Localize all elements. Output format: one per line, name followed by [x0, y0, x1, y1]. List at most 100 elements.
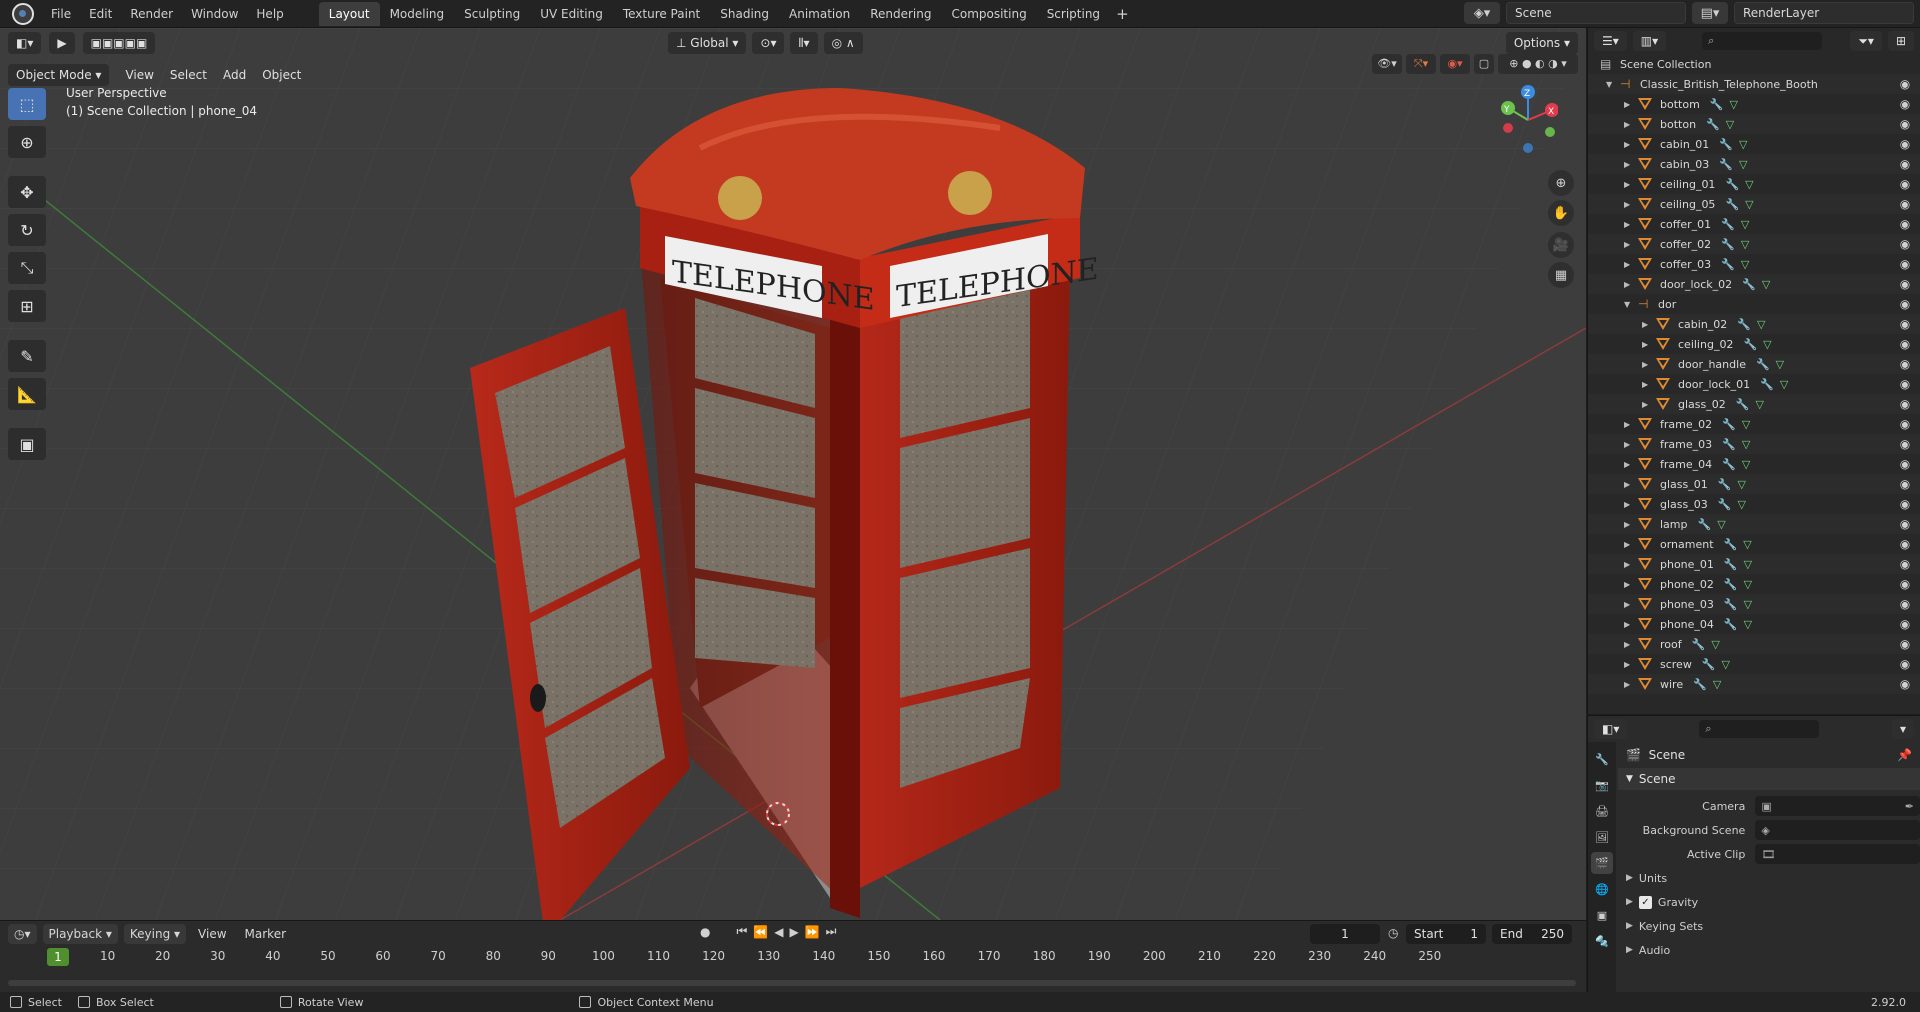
tab-shading[interactable]: Shading	[710, 2, 779, 26]
visibility-eye-icon[interactable]: ◉	[1898, 317, 1912, 331]
visibility-eye-icon[interactable]: ◉	[1898, 97, 1912, 111]
active-clip-field[interactable]: 🎞	[1755, 844, 1920, 864]
eyedropper-icon[interactable]: ✒	[1905, 800, 1914, 813]
modifier-wrench-icon[interactable]: 🔧	[1710, 98, 1724, 111]
expand-arrow-icon[interactable]: ▶	[1624, 480, 1634, 489]
shading-mode-icon[interactable]: ⊕ ● ◐ ◑ ▾	[1498, 54, 1578, 74]
scene-tab-icon[interactable]: 🎬	[1591, 852, 1613, 874]
outliner-item-screw[interactable]: ▶ screw 🔧 ▽ ◉	[1588, 654, 1920, 674]
new-collection-icon[interactable]: ⊞	[1887, 31, 1914, 51]
camera-view-icon[interactable]: 🎥	[1548, 232, 1574, 258]
mesh-data-icon[interactable]: ▽	[1744, 598, 1752, 611]
select-mode-icon[interactable]: ▶	[49, 32, 75, 54]
modifier-wrench-icon[interactable]: 🔧	[1724, 558, 1738, 571]
add-workspace-icon[interactable]: +	[1110, 2, 1135, 26]
record-icon[interactable]: ●	[700, 925, 710, 939]
timeline-view-menu[interactable]: View	[192, 927, 232, 941]
expand-arrow-icon[interactable]: ▶	[1624, 520, 1634, 529]
mesh-data-icon[interactable]: ▽	[1776, 358, 1784, 371]
outliner-item-wire[interactable]: ▶ wire 🔧 ▽ ◉	[1588, 674, 1920, 694]
audio-panel[interactable]: ▶ Audio	[1618, 938, 1920, 962]
visibility-eye-icon[interactable]: ◉	[1898, 397, 1912, 411]
tab-uv-editing[interactable]: UV Editing	[530, 2, 613, 26]
modifier-wrench-icon[interactable]: 🔧	[1724, 618, 1738, 631]
outliner-item-ceiling_02[interactable]: ▶ ceiling_02 🔧 ▽ ◉	[1588, 334, 1920, 354]
tab-texture-paint[interactable]: Texture Paint	[613, 2, 710, 26]
properties-search-input[interactable]: ⌕	[1699, 720, 1820, 738]
expand-arrow-icon[interactable]: ▶	[1642, 340, 1652, 349]
mesh-data-icon[interactable]: ▽	[1713, 678, 1721, 691]
modifier-wrench-icon[interactable]: 🔧	[1706, 118, 1720, 131]
output-tab-icon[interactable]: 🖨	[1591, 800, 1613, 822]
outliner-item-bottom[interactable]: ▶ bottom 🔧 ▽ ◉	[1588, 94, 1920, 114]
menu-help[interactable]: Help	[247, 0, 292, 28]
outliner-item-ornament[interactable]: ▶ ornament 🔧 ▽ ◉	[1588, 534, 1920, 554]
visibility-eye-icon[interactable]: ◉	[1898, 457, 1912, 471]
expand-arrow-icon[interactable]: ▶	[1624, 460, 1634, 469]
modifier-wrench-icon[interactable]: 🔧	[1736, 398, 1750, 411]
pin-icon[interactable]: 📌	[1897, 748, 1912, 762]
expand-arrow-icon[interactable]: ▶	[1624, 260, 1634, 269]
proportional-edit-icon[interactable]: ◎ ∧	[823, 32, 863, 54]
outliner-search-input[interactable]: ⌕	[1702, 32, 1823, 50]
scene-panel-header[interactable]: ▼ Scene	[1618, 768, 1920, 790]
modifier-wrench-icon[interactable]: 🔧	[1718, 478, 1732, 491]
visibility-eye-icon[interactable]: ◉	[1898, 237, 1912, 251]
end-frame-field[interactable]: End 250	[1492, 924, 1572, 944]
visibility-eye-icon[interactable]: ◉	[1898, 677, 1912, 691]
scene-browse-icon[interactable]: ◈▾	[1464, 2, 1500, 24]
modifier-wrench-icon[interactable]: 🔧	[1737, 318, 1751, 331]
jump-keyframe-back-icon[interactable]: ⏪	[753, 925, 768, 939]
tab-compositing[interactable]: Compositing	[941, 2, 1036, 26]
background-scene-field[interactable]: ◈	[1755, 820, 1920, 840]
visibility-eye-icon[interactable]: ◉	[1898, 557, 1912, 571]
modifier-wrench-icon[interactable]: 🔧	[1722, 438, 1736, 451]
pivot-point-icon[interactable]: ⊙▾	[752, 32, 785, 54]
modifier-wrench-icon[interactable]: 🔧	[1698, 518, 1712, 531]
modifier-wrench-icon[interactable]: 🔧	[1719, 138, 1733, 151]
expand-arrow-icon[interactable]: ▶	[1624, 160, 1634, 169]
modifier-tab-icon[interactable]: 🔩	[1591, 930, 1613, 952]
visibility-eye-icon[interactable]: ◉	[1898, 277, 1912, 291]
editor-type-icon[interactable]: ◧▾	[8, 32, 42, 54]
expand-arrow-icon[interactable]: ▶	[1624, 200, 1634, 209]
visibility-eye-icon[interactable]: ◉	[1898, 657, 1912, 671]
modifier-wrench-icon[interactable]: 🔧	[1724, 538, 1738, 551]
visibility-eye-icon[interactable]: ◉	[1898, 617, 1912, 631]
gizmo-toggle-icon[interactable]: ⤧▾	[1406, 54, 1436, 74]
expand-arrow-icon[interactable]: ▶	[1624, 220, 1634, 229]
outliner-item-cabin_03[interactable]: ▶ cabin_03 🔧 ▽ ◉	[1588, 154, 1920, 174]
transform-tool-icon[interactable]: ⊞	[8, 290, 46, 322]
tool-tab-icon[interactable]: 🔧	[1591, 748, 1613, 770]
modifier-wrench-icon[interactable]: 🔧	[1760, 378, 1774, 391]
outliner-item-cabin_01[interactable]: ▶ cabin_01 🔧 ▽ ◉	[1588, 134, 1920, 154]
expand-arrow-icon[interactable]: ▶	[1624, 440, 1634, 449]
visibility-eye-icon[interactable]: ◉	[1898, 297, 1912, 311]
tab-animation[interactable]: Animation	[779, 2, 860, 26]
properties-editor-icon[interactable]: ◧▾	[1594, 719, 1628, 739]
expand-arrow-icon[interactable]: ▶	[1624, 580, 1634, 589]
timeline-marker-menu[interactable]: Marker	[239, 927, 292, 941]
modifier-wrench-icon[interactable]: 🔧	[1722, 418, 1736, 431]
expand-arrow-icon[interactable]: ▶	[1624, 540, 1634, 549]
navigation-gizmo[interactable]: Z Y X	[1498, 80, 1559, 160]
outliner-item-ceiling_01[interactable]: ▶ ceiling_01 🔧 ▽ ◉	[1588, 174, 1920, 194]
mesh-data-icon[interactable]: ▽	[1745, 178, 1753, 191]
object-tab-icon[interactable]: ▣	[1591, 904, 1613, 926]
expand-arrow-icon[interactable]: ▶	[1624, 640, 1634, 649]
outliner-item-phone_01[interactable]: ▶ phone_01 🔧 ▽ ◉	[1588, 554, 1920, 574]
playhead[interactable]: 1	[47, 948, 69, 966]
measure-tool-icon[interactable]: 📐	[8, 378, 46, 410]
visibility-eye-icon[interactable]: ◉	[1898, 377, 1912, 391]
expand-arrow-icon[interactable]: ▶	[1624, 600, 1634, 609]
outliner-item-phone_04[interactable]: ▶ phone_04 🔧 ▽ ◉	[1588, 614, 1920, 634]
mesh-data-icon[interactable]: ▽	[1741, 238, 1749, 251]
visibility-eye-icon[interactable]: ◉	[1898, 517, 1912, 531]
jump-start-icon[interactable]: ⏮	[736, 924, 747, 939]
xray-icon[interactable]: ▢	[1474, 54, 1494, 74]
outliner-editor-icon[interactable]: ☰▾	[1594, 31, 1627, 51]
play-icon[interactable]: ▶	[789, 925, 798, 939]
world-tab-icon[interactable]: 🌐	[1591, 878, 1613, 900]
modifier-wrench-icon[interactable]: 🔧	[1719, 158, 1733, 171]
keying-menu[interactable]: Keying ▾	[123, 924, 187, 944]
